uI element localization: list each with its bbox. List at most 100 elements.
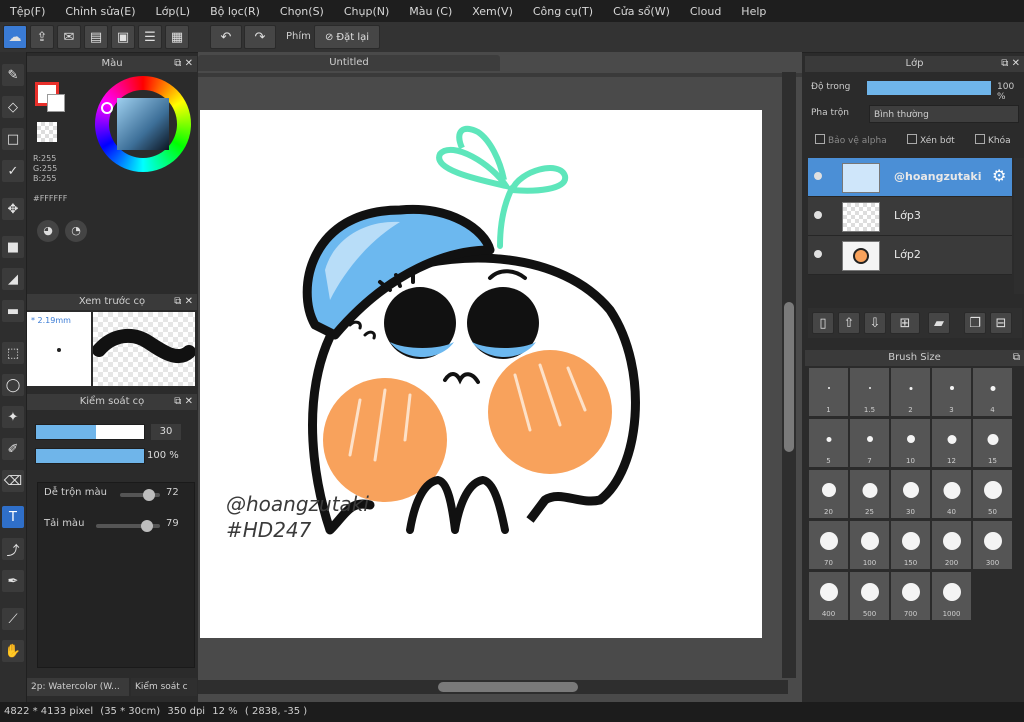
color-square[interactable] [117,98,169,150]
menu-layer[interactable]: Lớp(L) [146,5,201,18]
layer-row[interactable]: @hoangzutaki ⚙ [808,158,1012,197]
select-rect-tool-icon[interactable]: ⬚ [2,342,24,364]
brush-size-cell[interactable]: 20 [809,470,848,518]
brush-size-cell[interactable]: 40 [932,470,971,518]
duplicate-icon[interactable]: ❐ [964,312,986,334]
brush-size-cell[interactable]: 70 [809,521,848,569]
brush-size-cell[interactable]: 700 [891,572,930,620]
hue-cursor[interactable] [101,102,113,114]
hand-tool-icon[interactable]: ✋ [2,640,24,662]
brush-size-cell[interactable]: 400 [809,572,848,620]
mixer-icon[interactable]: ◔ [65,220,87,242]
brush-size-cell[interactable]: 5 [809,419,848,467]
menu-capture[interactable]: Chụp(N) [334,5,399,18]
brush-size-cell[interactable]: 25 [850,470,889,518]
panel-controls-icon[interactable]: ⧉ ✕ [174,294,193,310]
brush-size-cell[interactable]: 500 [850,572,889,620]
eye-icon[interactable] [814,211,822,219]
layers-scrollbar[interactable] [1014,158,1024,294]
brush-size-cell[interactable]: 3 [932,368,971,416]
brush-size-cell[interactable]: 1.5 [850,368,889,416]
panel-controls-icon[interactable]: ⧉ ✕ [174,56,193,72]
opacity-bar[interactable] [35,448,145,464]
ruler-tool-icon[interactable]: ⟋ [2,608,24,630]
tab-watercolor[interactable]: 2p: Watercolor (W... [27,678,129,696]
tab-brush-control[interactable]: Kiểm soát c [131,678,197,696]
rect-tool-icon[interactable]: □ [2,128,24,150]
reset-button[interactable]: ⊘ Đặt lại [314,25,380,49]
chat-icon[interactable]: ✉ [57,25,81,49]
select-pen-tool-icon[interactable]: ✐ [2,438,24,460]
select-eraser-tool-icon[interactable]: ⌫ [2,470,24,492]
brush-size-cell[interactable]: 12 [932,419,971,467]
move-tool-icon[interactable]: ✥ [2,198,24,220]
menu-edit[interactable]: Chỉnh sửa(E) [55,5,145,18]
drawing-paper[interactable]: @hoangzutaki #HD247 [200,110,762,638]
brush-size-cell[interactable]: 150 [891,521,930,569]
pen-tool-icon[interactable]: ✓ [2,160,24,182]
save-icon[interactable]: ▣ [111,25,135,49]
text-tool-icon[interactable]: T [2,506,24,528]
menu-color[interactable]: Màu (C) [399,5,462,18]
brush-size-cell[interactable]: 4 [973,368,1012,416]
magic-wand-tool-icon[interactable]: ✦ [2,406,24,428]
add-layer-menu-icon[interactable]: ⊞ [890,312,920,334]
vertical-scroll-thumb[interactable] [784,302,794,452]
folder-icon[interactable]: ▰ [928,312,950,334]
horizontal-scrollbar[interactable] [198,680,788,694]
blend-mode-select[interactable]: Bình thường [869,105,1019,123]
document-tab[interactable]: Untitled [198,55,500,71]
redo-icon[interactable]: ↷ [244,25,276,49]
fill-rect-tool-icon[interactable]: ■ [2,236,24,258]
menu-window[interactable]: Cửa sổ(W) [603,5,680,18]
layer-opacity-bar[interactable] [867,81,991,95]
brush-size-cell[interactable]: 300 [973,521,1012,569]
brush-size-cell[interactable]: 30 [891,470,930,518]
eraser-tool-icon[interactable]: ◇ [2,96,24,118]
menu-view[interactable]: Xem(V) [462,5,523,18]
transparent-color-swatch[interactable] [37,122,57,142]
gear-icon[interactable]: ⚙ [992,166,1006,185]
blend-slider-knob[interactable] [142,489,155,501]
menu-help[interactable]: Help [731,5,776,18]
panel-controls-icon[interactable]: ⧉ ✕ [1001,56,1020,72]
blend-slider[interactable] [120,489,160,501]
layer-row[interactable]: Lớp2 [808,236,1012,275]
vertical-scrollbar[interactable] [782,72,796,678]
eyedropper-tool-icon[interactable]: ✒ [2,570,24,592]
brush-size-cell[interactable]: 100 [850,521,889,569]
brush-size-cell[interactable]: 10 [891,419,930,467]
palette-icon[interactable]: ◕ [37,220,59,242]
brush-tool-icon[interactable]: ✎ [2,64,24,86]
undo-icon[interactable]: ↶ [210,25,242,49]
lasso-tool-icon[interactable]: ◯ [2,374,24,396]
layer-row[interactable]: Lớp3 [808,197,1012,236]
menu-cloud[interactable]: Cloud [680,5,731,18]
brush-size-cell[interactable]: 15 [973,419,1012,467]
list-icon[interactable]: ☰ [138,25,162,49]
cloud-icon[interactable]: ☁ [3,25,27,49]
brush-size-cell[interactable]: 1 [809,368,848,416]
operation-tool-icon[interactable]: ⤴ [2,538,24,560]
panel-controls-icon[interactable]: ⧉ [1013,350,1020,366]
new-layer-down-icon[interactable]: ⇩ [864,312,886,334]
size-bar[interactable] [35,424,145,440]
load-slider[interactable] [96,520,160,532]
menu-file[interactable]: Tệp(F) [0,5,55,18]
panel-controls-icon[interactable]: ⧉ ✕ [174,394,193,410]
eye-icon[interactable] [814,172,822,180]
grid-icon[interactable]: ▦ [165,25,189,49]
new-layer-up-icon[interactable]: ⇧ [838,312,860,334]
menu-tools[interactable]: Công cụ(T) [523,5,603,18]
brush-size-cell[interactable]: 7 [850,419,889,467]
new-layer-icon[interactable]: ▯ [812,312,834,334]
brush-size-cell[interactable]: 1000 [932,572,971,620]
brush-size-cell[interactable]: 2 [891,368,930,416]
lock-option[interactable]: Khóa [975,134,1011,146]
menu-filter[interactable]: Bộ lọc(R) [200,5,270,18]
menu-select[interactable]: Chọn(S) [270,5,334,18]
size-value[interactable]: 30 [151,424,181,440]
horizontal-scroll-thumb[interactable] [438,682,578,692]
protect-alpha-option[interactable]: Bảo vệ alpha [815,134,887,146]
bucket-tool-icon[interactable]: ◢ [2,268,24,290]
